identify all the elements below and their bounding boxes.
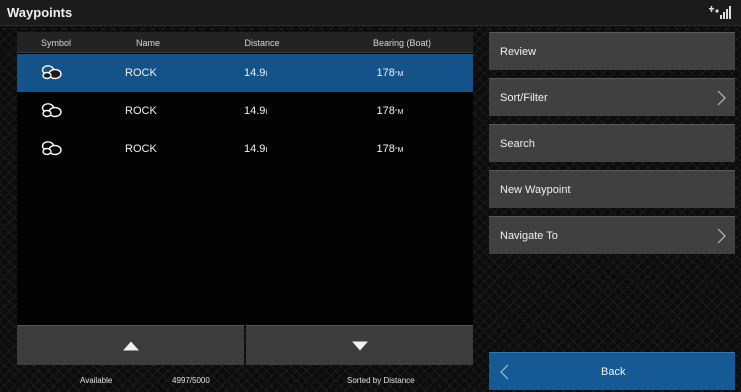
sort-filter-label: Sort/Filter bbox=[500, 92, 548, 104]
table-row[interactable]: ROCK 14.9Ⅰ 178°M bbox=[17, 130, 473, 168]
review-button[interactable]: Review bbox=[489, 32, 735, 70]
header-bearing[interactable]: Bearing (Boat) bbox=[373, 38, 431, 48]
distance-unit: Ⅰ bbox=[265, 147, 268, 154]
distance-value: 14.9 bbox=[244, 105, 266, 117]
distance-value: 14.9 bbox=[244, 143, 266, 155]
review-label: Review bbox=[500, 46, 537, 58]
header-name[interactable]: Name bbox=[136, 38, 160, 48]
page-title: Waypoints bbox=[7, 5, 73, 20]
waypoint-bearing: 178°M bbox=[377, 143, 404, 155]
distance-unit: Ⅰ bbox=[265, 109, 268, 116]
search-label: Search bbox=[500, 138, 535, 150]
rock-icon bbox=[41, 103, 62, 118]
waypoint-bearing: 178°M bbox=[377, 67, 404, 79]
bearing-unit: °M bbox=[394, 109, 404, 116]
chevron-left-icon bbox=[500, 364, 509, 380]
header-distance[interactable]: Distance bbox=[244, 38, 279, 48]
scroll-up-button[interactable] bbox=[17, 325, 244, 365]
sort-status: Sorted by Distance bbox=[347, 376, 415, 385]
distance-value: 14.9 bbox=[244, 67, 266, 79]
rock-icon bbox=[41, 141, 62, 156]
sort-filter-button[interactable]: Sort/Filter bbox=[489, 78, 735, 116]
triangle-up-icon bbox=[122, 341, 139, 350]
table-row[interactable]: ROCK 14.9Ⅰ 178°M bbox=[17, 54, 473, 92]
bearing-value: 178 bbox=[376, 105, 395, 117]
back-label: Back bbox=[601, 366, 626, 378]
waypoint-name: ROCK bbox=[125, 67, 157, 79]
waypoint-distance: 14.9Ⅰ bbox=[244, 105, 268, 117]
waypoint-bearing: 178°M bbox=[377, 105, 404, 117]
waypoint-name: ROCK bbox=[125, 143, 157, 155]
waypoint-distance: 14.9Ⅰ bbox=[244, 143, 268, 155]
bearing-unit: °M bbox=[394, 71, 404, 78]
distance-unit: Ⅰ bbox=[265, 71, 268, 78]
available-count: 4997/5000 bbox=[172, 376, 210, 385]
table-row[interactable]: ROCK 14.9Ⅰ 178°M bbox=[17, 92, 473, 130]
rock-icon bbox=[41, 65, 62, 80]
bearing-value: 178 bbox=[376, 67, 395, 79]
new-waypoint-button[interactable]: New Waypoint bbox=[489, 170, 735, 208]
signal-strength-icon bbox=[709, 6, 731, 19]
bearing-value: 178 bbox=[376, 143, 395, 155]
title-bar: Waypoints bbox=[0, 0, 741, 26]
table-header: Symbol Name Distance Bearing (Boat) bbox=[17, 32, 473, 53]
new-waypoint-label: New Waypoint bbox=[500, 184, 571, 196]
header-symbol[interactable]: Symbol bbox=[41, 38, 71, 48]
navigate-to-label: Navigate To bbox=[500, 230, 558, 242]
available-label: Available bbox=[80, 376, 113, 385]
bearing-unit: °M bbox=[394, 147, 404, 154]
back-button[interactable]: Back bbox=[489, 352, 735, 390]
scroll-down-button[interactable] bbox=[246, 325, 473, 365]
triangle-down-icon bbox=[351, 341, 368, 350]
chevron-right-icon bbox=[717, 228, 726, 244]
waypoint-name: ROCK bbox=[125, 105, 157, 117]
waypoint-distance: 14.9Ⅰ bbox=[244, 67, 268, 79]
navigate-to-button[interactable]: Navigate To bbox=[489, 216, 735, 254]
search-button[interactable]: Search bbox=[489, 124, 735, 162]
waypoint-list: Symbol Name Distance Bearing (Boat) ROCK… bbox=[17, 32, 473, 325]
chevron-right-icon bbox=[717, 90, 726, 106]
